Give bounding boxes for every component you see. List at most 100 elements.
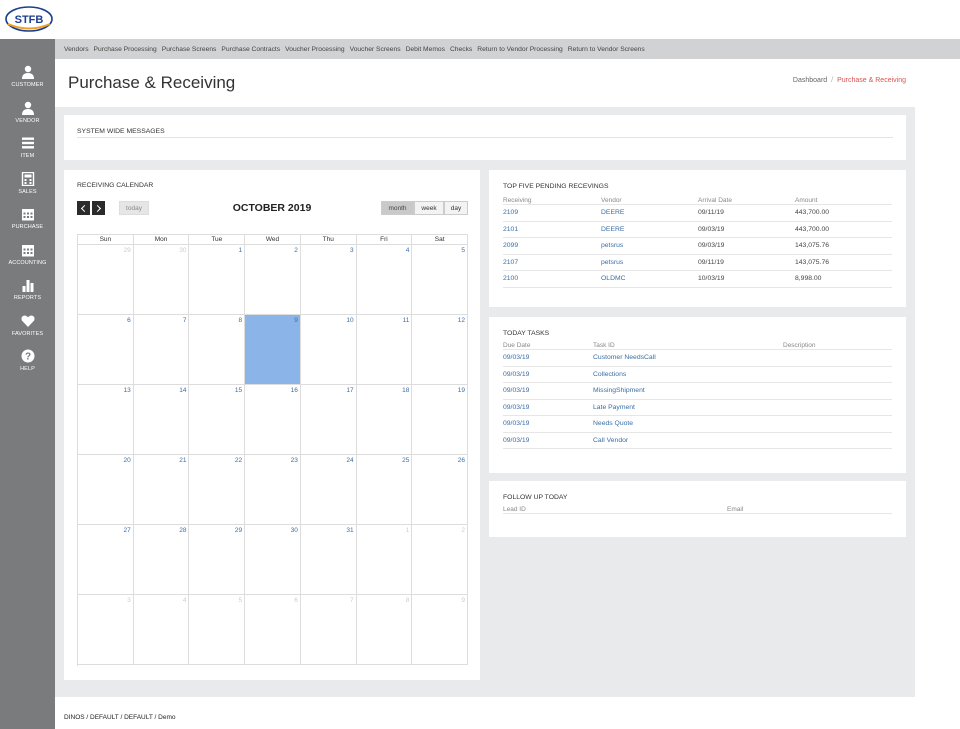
menu-item-return-to-vendor-processing[interactable]: Return to Vendor Processing (477, 46, 563, 53)
vendor-link[interactable]: petsrus (601, 242, 698, 249)
calendar-day[interactable]: 10 (301, 315, 357, 385)
calendar-day[interactable]: 1 (189, 245, 245, 315)
calendar-day[interactable]: 25 (357, 455, 413, 525)
calendar-day[interactable]: 8 (189, 315, 245, 385)
calendar-day[interactable]: 23 (245, 455, 301, 525)
task-id-link[interactable]: Late Payment (593, 404, 783, 411)
calendar-day[interactable]: 9 (245, 315, 301, 385)
calendar-day[interactable]: 4 (357, 245, 413, 315)
table-row[interactable]: 09/03/19Needs Quote (503, 416, 892, 433)
calendar-day[interactable]: 6 (78, 315, 134, 385)
menu-item-voucher-processing[interactable]: Voucher Processing (285, 46, 344, 53)
calendar-day[interactable]: 30 (245, 525, 301, 595)
calendar-day[interactable]: 5 (412, 245, 468, 315)
calendar-day[interactable]: 12 (412, 315, 468, 385)
calendar-day[interactable]: 21 (134, 455, 190, 525)
calendar-day[interactable]: 1 (357, 525, 413, 595)
sidebar-item-reports[interactable]: REPORTS (0, 277, 55, 313)
calendar-day[interactable]: 27 (78, 525, 134, 595)
task-id-link[interactable]: Call Vendor (593, 437, 783, 444)
calendar-day[interactable]: 15 (189, 385, 245, 455)
task-due-date[interactable]: 09/03/19 (503, 354, 593, 361)
receiving-id-link[interactable]: 2099 (503, 242, 601, 249)
sidebar-item-vendor[interactable]: VENDOR (0, 100, 55, 136)
sidebar-item-favorites[interactable]: FAVORITES (0, 313, 55, 349)
sidebar-item-accounting[interactable]: ACCOUNTING (0, 242, 55, 278)
vendor-link[interactable]: petsrus (601, 259, 698, 266)
table-row[interactable]: 09/03/19MissingShipment (503, 383, 892, 400)
menu-item-debit-memos[interactable]: Debit Memos (406, 46, 445, 53)
month-view-button[interactable]: month (381, 201, 414, 215)
menu-item-purchase-screens[interactable]: Purchase Screens (162, 46, 217, 53)
table-row[interactable]: 2107petsrus09/11/19143,075.76 (503, 255, 892, 272)
calendar-day[interactable]: 9 (412, 595, 468, 665)
menu-item-voucher-screens[interactable]: Voucher Screens (350, 46, 401, 53)
table-row[interactable]: 09/03/19Customer NeedsCall (503, 350, 892, 367)
calendar-day[interactable]: 2 (245, 245, 301, 315)
table-row[interactable]: 2099petsrus09/03/19143,075.76 (503, 238, 892, 255)
calendar-day[interactable]: 4 (134, 595, 190, 665)
sidebar-item-label: PURCHASE (12, 224, 43, 230)
vendor-link[interactable]: DEERE (601, 209, 698, 216)
calendar-day[interactable]: 29 (189, 525, 245, 595)
calendar-day[interactable]: 22 (189, 455, 245, 525)
calendar-day[interactable]: 3 (301, 245, 357, 315)
calendar-day[interactable]: 3 (78, 595, 134, 665)
menu-item-purchase-contracts[interactable]: Purchase Contracts (221, 46, 280, 53)
calendar-day[interactable]: 26 (412, 455, 468, 525)
calendar-day[interactable]: 31 (301, 525, 357, 595)
menu-item-checks[interactable]: Checks (450, 46, 472, 53)
sidebar-item-customer[interactable]: CUSTOMER (0, 64, 55, 100)
table-row[interactable]: 09/03/19Late Payment (503, 400, 892, 417)
calendar-day[interactable]: 29 (78, 245, 134, 315)
calendar-day[interactable]: 17 (301, 385, 357, 455)
receiving-id-link[interactable]: 2107 (503, 259, 601, 266)
vendor-link[interactable]: OLDMC (601, 275, 698, 282)
calendar-day[interactable]: 28 (134, 525, 190, 595)
calendar-day[interactable]: 11 (357, 315, 413, 385)
calendar-day[interactable]: 7 (134, 315, 190, 385)
task-due-date[interactable]: 09/03/19 (503, 387, 593, 394)
task-id-link[interactable]: Needs Quote (593, 420, 783, 427)
calendar-day[interactable]: 6 (245, 595, 301, 665)
task-due-date[interactable]: 09/03/19 (503, 404, 593, 411)
table-row[interactable]: 09/03/19Collections (503, 367, 892, 384)
calendar-day[interactable]: 24 (301, 455, 357, 525)
task-id-link[interactable]: MissingShipment (593, 387, 783, 394)
sidebar-item-purchase[interactable]: PURCHASE (0, 206, 55, 242)
table-row[interactable]: 2101DEERE09/03/19443,700.00 (503, 222, 892, 239)
calendar-day[interactable]: 14 (134, 385, 190, 455)
task-id-link[interactable]: Customer NeedsCall (593, 354, 783, 361)
task-due-date[interactable]: 09/03/19 (503, 437, 593, 444)
receiving-id-link[interactable]: 2100 (503, 275, 601, 282)
sidebar-item-help[interactable]: ? HELP (0, 348, 55, 384)
company-logo[interactable]: STFB (4, 4, 54, 34)
receiving-id-link[interactable]: 2101 (503, 226, 601, 233)
calendar-day[interactable]: 2 (412, 525, 468, 595)
calendar-day[interactable]: 19 (412, 385, 468, 455)
day-view-button[interactable]: day (444, 201, 468, 215)
task-due-date[interactable]: 09/03/19 (503, 420, 593, 427)
calendar-day[interactable]: 13 (78, 385, 134, 455)
task-due-date[interactable]: 09/03/19 (503, 371, 593, 378)
sidebar-item-sales[interactable]: SALES (0, 171, 55, 207)
menu-item-return-to-vendor-screens[interactable]: Return to Vendor Screens (568, 46, 645, 53)
calendar-day[interactable]: 5 (189, 595, 245, 665)
menu-item-vendors[interactable]: Vendors (64, 46, 89, 53)
calendar-day[interactable]: 7 (301, 595, 357, 665)
table-row[interactable]: 09/03/19Call Vendor (503, 433, 892, 450)
week-view-button[interactable]: week (414, 201, 444, 215)
task-id-link[interactable]: Collections (593, 371, 783, 378)
calendar-day[interactable]: 8 (357, 595, 413, 665)
vendor-link[interactable]: DEERE (601, 226, 698, 233)
calendar-day[interactable]: 30 (134, 245, 190, 315)
calendar-day[interactable]: 18 (357, 385, 413, 455)
calendar-day[interactable]: 20 (78, 455, 134, 525)
table-row[interactable]: 2109DEERE09/11/19443,700.00 (503, 205, 892, 222)
receiving-id-link[interactable]: 2109 (503, 209, 601, 216)
breadcrumb-home-link[interactable]: Dashboard (793, 77, 827, 84)
calendar-day[interactable]: 16 (245, 385, 301, 455)
menu-item-purchase-processing[interactable]: Purchase Processing (94, 46, 157, 53)
table-row[interactable]: 2100OLDMC10/03/198,998.00 (503, 271, 892, 288)
sidebar-item-item[interactable]: ITEM (0, 135, 55, 171)
